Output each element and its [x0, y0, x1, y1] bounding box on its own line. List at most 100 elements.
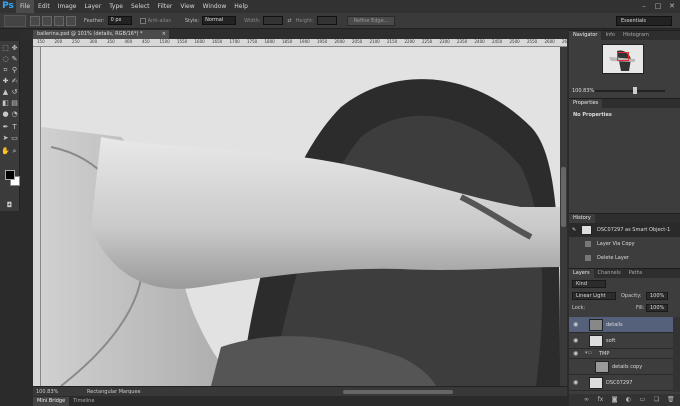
- navigator-view-box[interactable]: [617, 52, 629, 61]
- tab-mini-bridge[interactable]: Mini Bridge: [33, 397, 70, 406]
- tool-preset-picker[interactable]: [4, 14, 26, 27]
- menu-type[interactable]: Type: [105, 0, 127, 13]
- layer-name[interactable]: details copy: [612, 364, 642, 370]
- menu-help[interactable]: Help: [230, 0, 252, 13]
- swap-icon[interactable]: ⇄: [287, 18, 291, 24]
- workspace-select[interactable]: Essentials: [616, 16, 672, 26]
- layer-group-row[interactable]: ◉ ▾▭ TMP: [569, 349, 673, 359]
- adjustment-layer-icon[interactable]: ◐: [625, 396, 632, 403]
- tab-histogram[interactable]: Histogram: [619, 31, 653, 40]
- crop-tool-icon[interactable]: ⌗: [1, 66, 10, 75]
- history-brush-source-icon[interactable]: ✎: [572, 223, 576, 237]
- delete-layer-icon[interactable]: 🗑: [667, 396, 675, 403]
- menu-view[interactable]: View: [176, 0, 198, 13]
- type-tool-icon[interactable]: T: [10, 123, 19, 132]
- fill-input[interactable]: 100%: [646, 304, 668, 312]
- visibility-eye-icon[interactable]: ◉: [573, 379, 578, 386]
- intersect-selection-icon[interactable]: [66, 15, 76, 26]
- zoom-level[interactable]: 100.83%: [33, 388, 58, 396]
- layer-name[interactable]: soft: [606, 338, 615, 344]
- new-group-icon[interactable]: ▭: [639, 396, 646, 403]
- document-tab[interactable]: ballerina.psd @ 101% (details, RGB/16*) …: [33, 30, 169, 39]
- menu-select[interactable]: Select: [127, 0, 154, 13]
- layers-scrollbar[interactable]: [673, 317, 680, 392]
- layer-name[interactable]: details: [606, 322, 623, 328]
- opacity-input[interactable]: 100%: [646, 292, 668, 300]
- blend-mode-select[interactable]: Linear Light: [572, 292, 616, 300]
- path-select-icon[interactable]: ➤: [1, 134, 10, 143]
- blur-tool-icon[interactable]: ●: [1, 110, 10, 119]
- shape-tool-icon[interactable]: ▭: [10, 134, 19, 143]
- close-document-icon[interactable]: ×: [162, 30, 166, 39]
- visibility-eye-icon[interactable]: ◉: [573, 350, 578, 357]
- eyedropper-tool-icon[interactable]: ⚲: [10, 66, 19, 75]
- dodge-tool-icon[interactable]: ◔: [10, 110, 19, 119]
- layer-row[interactable]: ◉ details: [569, 317, 673, 333]
- add-selection-icon[interactable]: [42, 15, 52, 26]
- navigator-thumbnail[interactable]: [602, 44, 644, 74]
- visibility-eye-icon[interactable]: ◉: [573, 337, 578, 344]
- marquee-tool-icon[interactable]: ⬚: [1, 44, 10, 53]
- horizontal-scroll-thumb[interactable]: [343, 390, 453, 394]
- pen-tool-icon[interactable]: ✒: [1, 123, 10, 132]
- history-brush-icon[interactable]: ↺: [10, 88, 19, 97]
- tab-info[interactable]: Info: [601, 31, 618, 40]
- new-selection-icon[interactable]: [30, 15, 40, 26]
- minimize-button[interactable]: –: [640, 3, 648, 10]
- lasso-tool-icon[interactable]: ◌: [1, 55, 10, 64]
- layer-row[interactable]: ◉ DSC07297: [569, 375, 673, 391]
- document-canvas[interactable]: [41, 47, 560, 386]
- foreground-color-swatch[interactable]: [5, 170, 15, 180]
- healing-brush-icon[interactable]: ✚: [1, 77, 10, 86]
- tab-properties[interactable]: Properties: [569, 99, 603, 108]
- navigator-zoom[interactable]: 100.83%: [572, 88, 594, 94]
- tab-channels[interactable]: Channels: [594, 269, 625, 278]
- tab-layers[interactable]: Layers: [569, 269, 594, 278]
- tab-navigator[interactable]: Navigator: [569, 31, 602, 40]
- menu-file[interactable]: File: [16, 0, 35, 13]
- move-tool-icon[interactable]: ✥: [10, 44, 19, 53]
- layer-row[interactable]: details copy: [569, 359, 673, 375]
- subtract-selection-icon[interactable]: [54, 15, 64, 26]
- tab-timeline[interactable]: Timeline: [69, 397, 98, 406]
- quick-select-tool-icon[interactable]: ✎: [10, 55, 19, 64]
- navigator-zoom-slider[interactable]: [595, 90, 665, 92]
- close-window-button[interactable]: ✕: [668, 3, 676, 10]
- maximize-button[interactable]: □: [654, 3, 662, 10]
- menu-edit[interactable]: Edit: [34, 0, 54, 13]
- menu-layer[interactable]: Layer: [80, 0, 105, 13]
- layer-name[interactable]: DSC07297: [606, 380, 632, 386]
- layer-name[interactable]: TMP: [599, 351, 609, 357]
- status-tool-name[interactable]: Rectangular Marquee: [87, 388, 141, 396]
- tab-paths[interactable]: Paths: [625, 269, 647, 278]
- menu-filter[interactable]: Filter: [154, 0, 177, 13]
- layer-style-icon[interactable]: fx: [597, 396, 604, 403]
- refine-edge-button[interactable]: Refine Edge...: [346, 15, 396, 26]
- feather-input[interactable]: 0 px: [107, 16, 132, 25]
- history-item[interactable]: ✎ DSC07297 as Smart Object-1: [569, 223, 680, 237]
- clone-stamp-icon[interactable]: ▲: [1, 88, 10, 97]
- eraser-tool-icon[interactable]: ◧: [1, 99, 10, 108]
- link-layers-icon[interactable]: ∞: [583, 396, 590, 403]
- style-select[interactable]: Normal: [202, 16, 237, 25]
- history-item[interactable]: Layer Via Copy: [569, 237, 680, 251]
- width-input[interactable]: [263, 16, 284, 25]
- brush-tool-icon[interactable]: ✍: [10, 77, 19, 86]
- gradient-tool-icon[interactable]: ▤: [10, 99, 19, 108]
- hand-tool-icon[interactable]: ✋: [1, 147, 10, 156]
- menu-image[interactable]: Image: [54, 0, 81, 13]
- layer-filter-kind[interactable]: Kind: [572, 280, 606, 288]
- vertical-scroll-thumb[interactable]: [561, 167, 566, 227]
- layer-row[interactable]: ◉ soft: [569, 333, 673, 349]
- tab-history[interactable]: History: [569, 214, 595, 223]
- new-layer-icon[interactable]: ❏: [653, 396, 660, 403]
- height-input[interactable]: [316, 16, 337, 25]
- quick-mask-icon[interactable]: ◘: [5, 201, 14, 210]
- vertical-scrollbar[interactable]: [560, 47, 567, 386]
- anti-alias-checkbox[interactable]: [139, 17, 146, 24]
- add-mask-icon[interactable]: ◙: [611, 396, 618, 403]
- navigator-slider-knob[interactable]: [633, 87, 637, 94]
- visibility-eye-icon[interactable]: ◉: [573, 321, 578, 328]
- zoom-tool-icon[interactable]: ⌕: [10, 147, 19, 156]
- menu-window[interactable]: Window: [199, 0, 231, 13]
